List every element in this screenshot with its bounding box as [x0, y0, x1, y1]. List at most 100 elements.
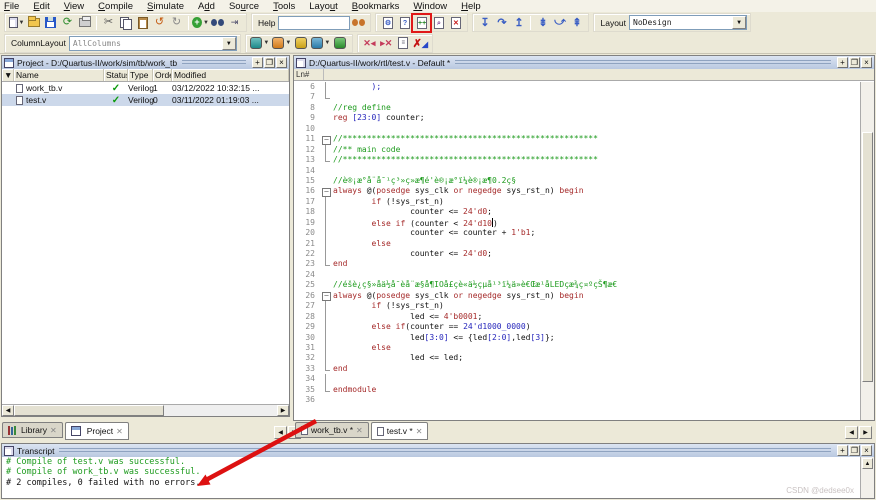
panel-zoom-button[interactable]: + — [837, 57, 848, 68]
panel-grip[interactable] — [182, 60, 246, 65]
tab-scroll-left-button[interactable]: ◀ — [274, 426, 287, 439]
code-line[interactable]: 29 else if(counter == 24'd1000_0000) — [294, 322, 860, 332]
print-button[interactable] — [76, 15, 93, 31]
menu-source[interactable]: Source — [229, 1, 259, 11]
menu-tools[interactable]: Tools — [273, 1, 295, 11]
code-line[interactable]: 10 — [294, 124, 860, 134]
menu-view[interactable]: View — [64, 1, 84, 11]
code-line[interactable]: 32 led <= led; — [294, 353, 860, 363]
step-over-button[interactable]: ⤻ — [551, 15, 568, 31]
new-file-button[interactable]: ▼ — [8, 15, 25, 31]
panel-undock-button[interactable]: ❐ — [849, 445, 860, 456]
find-in-files-button[interactable]: ⇥ — [226, 15, 243, 31]
code-line[interactable]: 19 else if (counter < 24'd10) — [294, 218, 860, 228]
filter-column-icon[interactable]: ▼ — [2, 69, 14, 81]
compile-button[interactable]: ⚙ — [379, 15, 396, 31]
tab-test-v[interactable]: test.v *✕ — [371, 422, 429, 440]
continue-button[interactable]: ↥ — [510, 15, 527, 31]
code-line[interactable]: 16always @(posedge sys_clk or negedge sy… — [294, 186, 860, 196]
step-out-button[interactable]: ⇞ — [568, 15, 585, 31]
code-line[interactable]: 18 counter <= 24'd0; — [294, 207, 860, 217]
tab-close-icon[interactable]: ✕ — [416, 427, 423, 436]
view-messages-button[interactable]: ≡ — [395, 35, 412, 51]
scroll-right-arrow[interactable]: ▶ — [277, 405, 289, 416]
transcript-output[interactable]: # Compile of test.v was successful.# Com… — [2, 457, 874, 498]
cut-button[interactable]: ✂ — [100, 15, 117, 31]
project-file-row[interactable]: test.v✓Verilog003/11/2022 01:19:03 ... — [2, 94, 289, 106]
transcript-panel-header[interactable]: Transcript + ❐ × — [2, 444, 874, 457]
clear-transcript-button[interactable]: ✗◢ — [412, 35, 429, 51]
scroll-up-arrow[interactable]: ▲ — [862, 458, 873, 469]
code-line[interactable]: 20 counter <= counter + 1'b1; — [294, 228, 860, 238]
tab-project[interactable]: Project✕ — [65, 422, 129, 440]
tab-scroll-left-button[interactable]: ◀ — [845, 426, 858, 439]
code-line[interactable]: 25//éšè¿ç§»åä½å¯èå¨æ§å¶IOå£çè«ä½çµå¹³ï¼ä… — [294, 280, 860, 290]
column-header-modified[interactable]: Modified — [172, 69, 289, 81]
add-wave-button[interactable]: ▼ — [249, 35, 271, 51]
find-button[interactable] — [209, 15, 226, 31]
tab-close-icon[interactable]: ✕ — [116, 427, 123, 436]
paste-button[interactable] — [134, 15, 151, 31]
panel-zoom-button[interactable]: + — [837, 445, 848, 456]
open-button[interactable] — [25, 15, 42, 31]
chevron-down-icon[interactable]: ▼ — [732, 16, 746, 29]
project-hscrollbar[interactable]: ◀ ▶ — [2, 404, 289, 416]
code-line[interactable]: 27 if (!sys_rst_n) — [294, 301, 860, 311]
add-log-button[interactable] — [293, 35, 310, 51]
code-line[interactable]: 26always @(posedge sys_clk or negedge sy… — [294, 291, 860, 301]
fold-toggle-icon[interactable] — [320, 186, 333, 196]
editor-panel-header[interactable]: D:/Quartus-II/work/rtl/test.v - Default … — [294, 56, 874, 69]
menu-add[interactable]: Add — [198, 1, 215, 11]
fold-toggle-icon[interactable] — [320, 134, 333, 144]
panel-close-button[interactable]: × — [861, 445, 872, 456]
code-line[interactable]: 14 — [294, 166, 860, 176]
tab-scroll-right-button[interactable]: ▶ — [859, 426, 872, 439]
code-line[interactable]: 28 led <= 4'b0001; — [294, 312, 860, 322]
code-editor[interactable]: 6 );78//reg define9reg [23:0] counter;10… — [294, 82, 860, 420]
code-line[interactable]: 21 else — [294, 239, 860, 249]
panel-close-button[interactable]: × — [861, 57, 872, 68]
menu-file[interactable]: File — [4, 1, 19, 11]
scroll-left-arrow[interactable]: ◀ — [2, 405, 14, 416]
run-button[interactable]: ↷ — [493, 15, 510, 31]
project-file-row[interactable]: work_tb.v✓Verilog103/12/2022 10:32:15 ..… — [2, 82, 289, 94]
code-line[interactable]: 24 — [294, 270, 860, 280]
help-search-input[interactable] — [278, 16, 350, 30]
code-line[interactable]: 36 — [294, 395, 860, 405]
layout-select[interactable]: NoDesign ▼ — [629, 15, 747, 30]
tab-work-tb-v[interactable]: work_tb.v *✕ — [295, 422, 369, 438]
menu-edit[interactable]: Edit — [33, 1, 49, 11]
restart-button[interactable]: ↧ — [476, 15, 493, 31]
code-line[interactable]: 7 — [294, 92, 860, 102]
code-line[interactable]: 15//è®¡æ°å¨å¯¹ç³»ç»æ¶é'è®¡æ°ï¼è®¡æ¶0.2ç§ — [294, 176, 860, 186]
editor-vscrollbar[interactable] — [860, 82, 874, 420]
panel-close-button[interactable]: × — [276, 57, 287, 68]
tab-close-icon[interactable]: ✕ — [356, 426, 363, 435]
code-line[interactable]: 11//************************************… — [294, 134, 860, 144]
project-panel-header[interactable]: Project - D:/Quartus-II/work/sim/tb/work… — [2, 56, 289, 69]
add-schematic-button[interactable] — [332, 35, 349, 51]
code-line[interactable]: 30 led[3:0] <= {led[2:0],led[3]}; — [294, 333, 860, 343]
redo-button[interactable]: ↻ — [168, 15, 185, 31]
panel-undock-button[interactable]: ❐ — [849, 57, 860, 68]
prev-error-button[interactable]: ✕◂ — [361, 35, 378, 51]
panel-grip[interactable] — [455, 60, 831, 65]
code-line[interactable]: 6 ); — [294, 82, 860, 92]
menu-compile[interactable]: Compile — [98, 1, 133, 11]
panel-grip[interactable] — [59, 448, 831, 453]
copy-button[interactable] — [117, 15, 134, 31]
tab-library[interactable]: Library✕ — [2, 422, 63, 438]
column-header-type[interactable]: Type — [128, 69, 153, 81]
column-header-status[interactable]: Status — [104, 69, 128, 81]
add-list-button[interactable]: ▼ — [271, 35, 293, 51]
menu-help[interactable]: Help — [461, 1, 481, 11]
add-dataflow-button[interactable]: ▼ — [310, 35, 332, 51]
code-line[interactable]: 13//************************************… — [294, 155, 860, 165]
reload-button[interactable]: ⟳ — [59, 15, 76, 31]
menu-window[interactable]: Window — [413, 1, 447, 11]
column-header-name[interactable]: Name — [14, 69, 104, 81]
fold-toggle-icon[interactable] — [320, 291, 333, 301]
chevron-down-icon[interactable]: ▼ — [222, 37, 236, 50]
scroll-thumb[interactable] — [14, 405, 164, 416]
code-line[interactable]: 22 counter <= 24'd0; — [294, 249, 860, 259]
